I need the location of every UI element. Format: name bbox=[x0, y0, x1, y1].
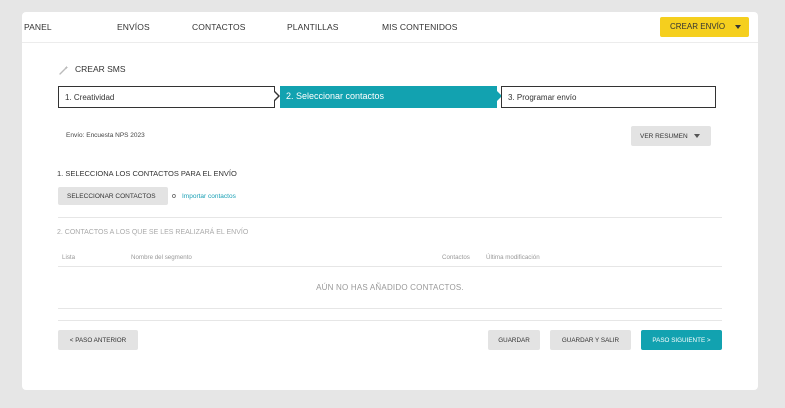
import-contacts-link[interactable]: Importar contactos bbox=[182, 193, 236, 200]
ver-resumen-button[interactable]: VER RESUMEN bbox=[631, 126, 711, 146]
column-header-ultima-modificacion[interactable]: Última modificación bbox=[486, 254, 540, 261]
step-arrow-inner bbox=[274, 92, 278, 100]
save-button[interactable]: GUARDAR bbox=[488, 330, 540, 350]
chevron-down-icon bbox=[735, 25, 741, 29]
magic-wand-icon bbox=[59, 65, 69, 75]
column-header-lista[interactable]: Lista bbox=[62, 254, 75, 261]
create-envio-button[interactable]: CREAR ENVÍO bbox=[660, 17, 749, 37]
column-header-segmento[interactable]: Nombre del segmento bbox=[131, 254, 192, 261]
section-select-contacts-title: 1. SELECCIONA LOS CONTACTOS PARA EL ENVÍ… bbox=[57, 169, 237, 178]
empty-contacts-message: AÚN NO HAS AÑADIDO CONTACTOS. bbox=[316, 283, 464, 292]
column-header-contactos[interactable]: Contactos bbox=[442, 254, 470, 261]
nav-item-mis-contenidos[interactable]: MIS CONTENIDOS bbox=[382, 22, 458, 32]
step-label: 1. Creatividad bbox=[65, 93, 115, 102]
nav-item-contactos[interactable]: CONTACTOS bbox=[192, 22, 245, 32]
select-contacts-label: SELECCIONAR CONTACTOS bbox=[67, 192, 156, 200]
step-seleccionar-contactos[interactable]: 2. Seleccionar contactos bbox=[280, 86, 497, 108]
page-title: CREAR SMS bbox=[75, 64, 126, 74]
step-label: 2. Seleccionar contactos bbox=[286, 91, 385, 101]
wizard-stepper: 1. Creatividad 2. Seleccionar contactos … bbox=[58, 86, 716, 108]
separator-text: o bbox=[172, 193, 176, 200]
divider bbox=[58, 320, 722, 321]
next-step-label: PASO SIGUIENTE > bbox=[652, 336, 711, 344]
section-contacts-list-title: 2. CONTACTOS A LOS QUE SE LES REALIZARÁ … bbox=[57, 229, 249, 236]
select-contacts-button[interactable]: SELECCIONAR CONTACTOS bbox=[58, 187, 168, 205]
save-label: GUARDAR bbox=[498, 336, 530, 344]
next-step-button[interactable]: PASO SIGUIENTE > bbox=[641, 330, 722, 350]
nav-item-envios[interactable]: ENVÍOS bbox=[117, 22, 150, 32]
ver-resumen-label: VER RESUMEN bbox=[640, 133, 688, 140]
divider bbox=[58, 308, 722, 309]
step-programar-envio[interactable]: 3. Programar envío bbox=[501, 86, 716, 108]
top-navigation: PANEL ENVÍOS CONTACTOS PLANTILLAS MIS CO… bbox=[22, 12, 758, 43]
divider bbox=[58, 217, 722, 218]
previous-step-label: < PASO ANTERIOR bbox=[69, 336, 127, 344]
main-card: PANEL ENVÍOS CONTACTOS PLANTILLAS MIS CO… bbox=[22, 12, 758, 390]
previous-step-button[interactable]: < PASO ANTERIOR bbox=[58, 330, 138, 350]
save-and-exit-label: GUARDAR Y SALIR bbox=[561, 336, 620, 344]
chevron-down-icon bbox=[694, 134, 700, 138]
envio-name: Envío: Encuesta NPS 2023 bbox=[66, 132, 145, 139]
nav-item-panel[interactable]: PANEL bbox=[24, 22, 52, 32]
create-envio-label: CREAR ENVÍO bbox=[670, 22, 726, 31]
step-creatividad[interactable]: 1. Creatividad bbox=[58, 86, 275, 108]
table-header-divider bbox=[58, 266, 722, 267]
step-label: 3. Programar envío bbox=[508, 93, 577, 102]
nav-item-plantillas[interactable]: PLANTILLAS bbox=[287, 22, 339, 32]
save-and-exit-button[interactable]: GUARDAR Y SALIR bbox=[550, 330, 631, 350]
